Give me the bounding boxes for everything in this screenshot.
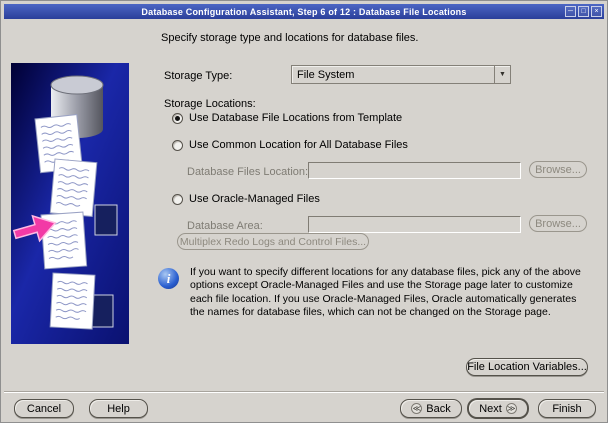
- help-label: Help: [107, 402, 130, 415]
- info-icon: i: [158, 268, 179, 289]
- radio-use-common[interactable]: [172, 139, 183, 151]
- dbca-wizard-window: Database Configuration Assistant, Step 6…: [0, 0, 608, 423]
- close-button[interactable]: ×: [591, 6, 602, 17]
- help-button[interactable]: Help: [89, 399, 148, 418]
- storage-locations-label: Storage Locations:: [164, 98, 256, 110]
- footer-separator: [4, 391, 604, 393]
- titlebar[interactable]: Database Configuration Assistant, Step 6…: [4, 4, 604, 19]
- browse-label: Browse...: [535, 217, 581, 230]
- browse-database-files-button: Browse...: [529, 161, 587, 178]
- radio-use-omf-label: Use Oracle-Managed Files: [189, 193, 320, 205]
- back-chevron-icon: ≪: [411, 403, 423, 414]
- photo-icon: [94, 204, 118, 236]
- file-location-variables-button[interactable]: File Location Variables...: [466, 358, 588, 376]
- next-button[interactable]: Next ≫: [468, 399, 528, 418]
- storage-type-value: File System: [297, 68, 355, 81]
- sidebar-illustration: [11, 63, 129, 344]
- maximize-icon: □: [581, 8, 586, 15]
- next-chevron-icon: ≫: [505, 403, 517, 414]
- radio-use-common-label: Use Common Location for All Database Fil…: [189, 139, 408, 151]
- database-files-location-label: Database Files Location:: [187, 166, 309, 178]
- browse-label: Browse...: [535, 163, 581, 176]
- maximize-button[interactable]: □: [578, 6, 589, 17]
- minimize-button[interactable]: ─: [565, 6, 576, 17]
- cancel-label: Cancel: [26, 402, 62, 415]
- database-area-label: Database Area:: [187, 220, 263, 232]
- chevron-down-icon[interactable]: ▼: [494, 66, 510, 83]
- back-button[interactable]: ≪ Back: [400, 399, 462, 418]
- document-icon-2: [49, 158, 98, 217]
- option-row-common: Use Common Location for All Database Fil…: [172, 139, 408, 151]
- minimize-icon: ─: [568, 8, 573, 15]
- radio-use-template-label: Use Database File Locations from Templat…: [189, 112, 403, 124]
- database-files-location-input: [308, 162, 521, 179]
- back-label: Back: [426, 402, 451, 415]
- database-area-input: [308, 216, 521, 233]
- option-row-omf: Use Oracle-Managed Files: [172, 193, 320, 205]
- instruction-text: Specify storage type and locations for d…: [161, 32, 419, 44]
- storage-type-select[interactable]: File System ▼: [291, 65, 511, 84]
- option-row-template: Use Database File Locations from Templat…: [172, 112, 402, 124]
- finish-button[interactable]: Finish: [538, 399, 596, 418]
- multiplex-redo-logs-button: Multiplex Redo Logs and Control Files...: [177, 233, 369, 250]
- multiplex-label: Multiplex Redo Logs and Control Files...: [179, 235, 367, 248]
- radio-use-template[interactable]: [172, 112, 183, 124]
- radio-use-omf[interactable]: [172, 193, 183, 205]
- close-icon: ×: [594, 8, 599, 15]
- document-icon-4: [49, 272, 96, 330]
- window-controls: ─ □ ×: [565, 6, 602, 17]
- file-location-variables-label: File Location Variables...: [467, 361, 587, 373]
- finish-label: Finish: [552, 402, 582, 415]
- next-label: Next: [479, 402, 502, 415]
- browse-database-area-button: Browse...: [529, 215, 587, 232]
- database-files-illustration: [11, 63, 129, 344]
- cancel-button[interactable]: Cancel: [14, 399, 74, 418]
- storage-type-label: Storage Type:: [164, 70, 233, 82]
- window-title: Database Configuration Assistant, Step 6…: [141, 6, 467, 17]
- info-text: If you want to specify different locatio…: [190, 266, 581, 319]
- radio-selected-dot: [175, 115, 180, 121]
